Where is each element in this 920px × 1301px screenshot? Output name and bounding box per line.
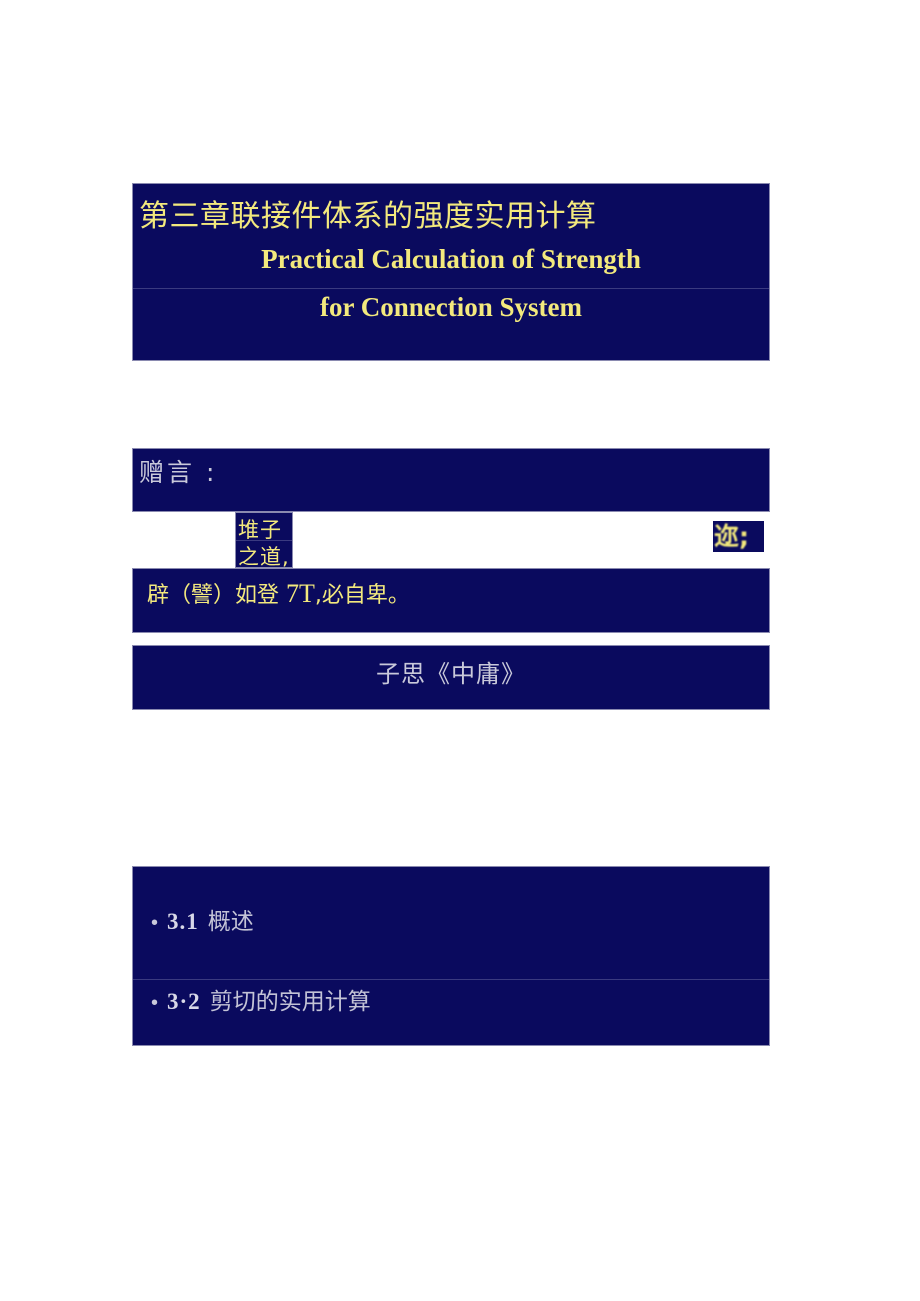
outline-block: • 3.1 概述 • 3·2 剪切的实用计算	[132, 866, 770, 1046]
quote-block: 辟（譬）如登 7T,必自卑。	[132, 568, 770, 633]
slide-page: 第三章联接件体系的强度实用计算 Practical Calculation of…	[0, 0, 920, 1301]
fragment-right-text: 迩;	[714, 522, 749, 551]
outline-divider	[133, 979, 769, 980]
title-english-line-2: for Connection System	[320, 292, 582, 322]
title-divider	[133, 288, 769, 289]
title-english-line-1: Practical Calculation of Strength	[261, 244, 641, 274]
quote-prefix: 辟（譬）如登	[147, 583, 280, 608]
quote-garbled-glyph: 7T	[286, 579, 315, 608]
outline-item-number: 3·2	[167, 989, 201, 1014]
text-fragment-right: 迩;	[713, 521, 764, 552]
quote-suffix: ,必自卑。	[314, 583, 410, 608]
outline-item-3-2[interactable]: • 3·2 剪切的实用计算	[151, 982, 371, 1016]
attribution-block: 子思《中庸》	[132, 645, 770, 710]
text-fragment-left: 堆子 之道,	[235, 512, 293, 569]
outline-item-3-1[interactable]: • 3.1 概述	[151, 902, 254, 936]
outline-item-label: 剪切的实用计算	[209, 989, 371, 1015]
outline-item-label: 概述	[207, 909, 254, 935]
bullet-icon: •	[151, 992, 159, 1014]
title-block: 第三章联接件体系的强度实用计算 Practical Calculation of…	[132, 183, 770, 361]
dedication-label: 赠言 :	[139, 458, 218, 487]
quote-line: 辟（譬）如登 7T,必自卑。	[147, 577, 410, 609]
bullet-icon: •	[151, 912, 159, 934]
quote-attribution: 子思《中庸》	[376, 660, 526, 688]
fragment-left-line-2: 之道,	[238, 545, 290, 569]
title-chinese: 第三章联接件体系的强度实用计算	[139, 199, 597, 234]
outline-item-number: 3.1	[167, 909, 199, 934]
dedication-block: 赠言 :	[132, 448, 770, 512]
